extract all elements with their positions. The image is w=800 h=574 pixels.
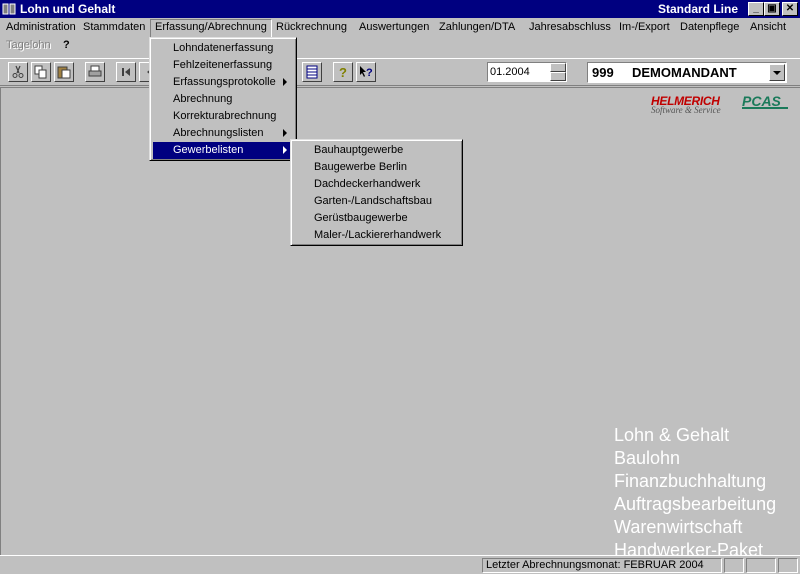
copy-button[interactable]: [31, 62, 51, 82]
status-panel: [746, 558, 776, 573]
product-item: Handwerker-Paket: [614, 540, 764, 555]
menuitem-label: Korrekturabrechnung: [173, 110, 277, 122]
period-input[interactable]: [488, 63, 548, 81]
mandant-select[interactable]: 999 DEMOMANDANT: [587, 62, 787, 83]
paste-icon: [57, 66, 71, 79]
menuitem-label: Gewerbelisten: [173, 144, 244, 156]
product-item: Warenwirtschaft: [614, 517, 743, 537]
context-help-icon: ?: [360, 66, 373, 79]
pcas-logo-underline: [742, 107, 788, 109]
first-record-icon: [122, 68, 130, 76]
menuitem-abrechnungslisten[interactable]: Abrechnungslisten: [153, 125, 293, 142]
edition-label: Standard Line: [657, 2, 738, 16]
table-icon: [306, 65, 318, 79]
product-item: Lohn & Gehalt: [614, 425, 730, 445]
minimize-button[interactable]: _: [748, 2, 764, 16]
menuitem-garten-landschaftsbau[interactable]: Garten-/Landschaftsbau: [294, 193, 459, 210]
status-message: Letzter Abrechnungsmonat: FEBRUAR 2004: [482, 558, 722, 573]
menu-auswertungen[interactable]: Auswertungen: [355, 19, 433, 36]
maximize-button[interactable]: ▣: [764, 2, 780, 16]
menuitem-label: Lohndatenerfassung: [173, 42, 274, 54]
window-title: Lohn und Gehalt: [20, 2, 116, 16]
help-button[interactable]: ?: [333, 62, 353, 82]
copy-icon: [34, 65, 47, 79]
menu-stammdaten[interactable]: Stammdaten: [79, 19, 149, 36]
print-button[interactable]: [85, 62, 105, 82]
title-bar: Lohn und Gehalt Standard Line _ ▣ ✕: [0, 0, 800, 18]
menuitem-erfassungsprotokolle[interactable]: Erfassungsprotokolle: [153, 74, 293, 91]
submenu-arrow-icon: [283, 129, 287, 137]
close-button[interactable]: ✕: [782, 2, 798, 16]
menuitem-dachdeckerhandwerk[interactable]: Dachdeckerhandwerk: [294, 176, 459, 193]
status-panel: [778, 558, 798, 573]
helmerich-logo-subtitle: Software & Service: [651, 105, 721, 115]
menuitem-lohndatenerfassung[interactable]: Lohndatenerfassung: [153, 40, 293, 57]
menuitem-label: Garten-/Landschaftsbau: [314, 195, 433, 207]
cut-button[interactable]: [8, 62, 28, 82]
menu-datenpflege[interactable]: Datenpflege: [676, 19, 743, 36]
menu-tagelohn: Tagelohn: [6, 39, 51, 51]
menu-jahresabschluss[interactable]: Jahresabschluss: [525, 19, 615, 36]
period-down-button[interactable]: [550, 72, 566, 81]
menu-erfassung-abrechnung[interactable]: Erfassung/Abrechnung: [150, 19, 272, 38]
svg-text:?: ?: [366, 67, 373, 79]
submenu-arrow-icon: [283, 146, 287, 154]
menuitem-label: Abrechnung: [173, 93, 233, 105]
menuitem-geruestbaugewerbe[interactable]: Gerüstbaugewerbe: [294, 210, 459, 227]
menuitem-label: Abrechnungslisten: [173, 127, 264, 139]
menuitem-bauhauptgewerbe[interactable]: Bauhauptgewerbe: [294, 142, 459, 159]
erfassung-menu: Lohndatenerfassung Fehlzeitenerfassung E…: [149, 37, 297, 161]
context-help-button[interactable]: ?: [356, 62, 376, 82]
menu-administration[interactable]: Administration: [2, 19, 80, 36]
mandant-dropdown-button[interactable]: [769, 64, 785, 81]
help-icon: ?: [339, 65, 347, 79]
menuitem-label: Dachdeckerhandwerk: [314, 178, 421, 190]
table-button[interactable]: [302, 62, 322, 82]
menuitem-label: Erfassungsprotokolle: [173, 76, 276, 88]
status-bar: Letzter Abrechnungsmonat: FEBRUAR 2004: [0, 555, 800, 574]
mandant-name: DEMOMANDANT: [632, 65, 737, 80]
gewerbelisten-submenu: Bauhauptgewerbe Baugewerbe Berlin Dachde…: [290, 139, 463, 246]
product-item: Finanzbuchhaltung: [614, 471, 767, 491]
menu-rueckrechnung[interactable]: Rückrechnung: [272, 19, 351, 36]
cut-icon: [12, 65, 24, 78]
menuitem-maler-lackiererhandwerk[interactable]: Maler-/Lackiererhandwerk: [294, 227, 459, 244]
submenu-arrow-icon: [283, 78, 287, 86]
product-item: Auftragsbearbeitung: [614, 494, 777, 514]
menuitem-label: Fehlzeitenerfassung: [173, 59, 273, 71]
menuitem-label: Maler-/Lackiererhandwerk: [314, 229, 442, 241]
menu-zahlungen-dta[interactable]: Zahlungen/DTA: [435, 19, 519, 36]
print-icon: [88, 65, 102, 77]
period-up-button[interactable]: [550, 63, 566, 72]
menuitem-label: Gerüstbaugewerbe: [314, 212, 408, 224]
paste-button[interactable]: [54, 62, 74, 82]
menuitem-baugewerbe-berlin[interactable]: Baugewerbe Berlin: [294, 159, 459, 176]
menuitem-label: Baugewerbe Berlin: [314, 161, 407, 173]
menu-help[interactable]: ?: [59, 37, 74, 54]
menu-bar: Administration Stammdaten Erfassung/Abre…: [0, 18, 800, 56]
menu-im-export[interactable]: Im-/Export: [615, 19, 674, 36]
menuitem-label: Bauhauptgewerbe: [314, 144, 404, 156]
chevron-down-icon: [773, 71, 781, 75]
product-list: Lohn & Gehalt Baulohn Finanzbuchhaltung …: [614, 424, 800, 555]
app-icon[interactable]: [2, 2, 16, 16]
menuitem-abrechnung[interactable]: Abrechnung: [153, 91, 293, 108]
menuitem-korrekturabrechnung[interactable]: Korrekturabrechnung: [153, 108, 293, 125]
menuitem-gewerbelisten[interactable]: Gewerbelisten: [153, 142, 293, 159]
menu-ansicht[interactable]: Ansicht: [746, 19, 790, 36]
menuitem-fehlzeitenerfassung[interactable]: Fehlzeitenerfassung: [153, 57, 293, 74]
product-item: Baulohn: [614, 448, 681, 468]
svg-text:?: ?: [339, 65, 347, 79]
first-record-button[interactable]: [116, 62, 136, 82]
mandant-number: 999: [592, 65, 614, 80]
status-panel: [724, 558, 744, 573]
period-stepper[interactable]: [487, 62, 567, 82]
